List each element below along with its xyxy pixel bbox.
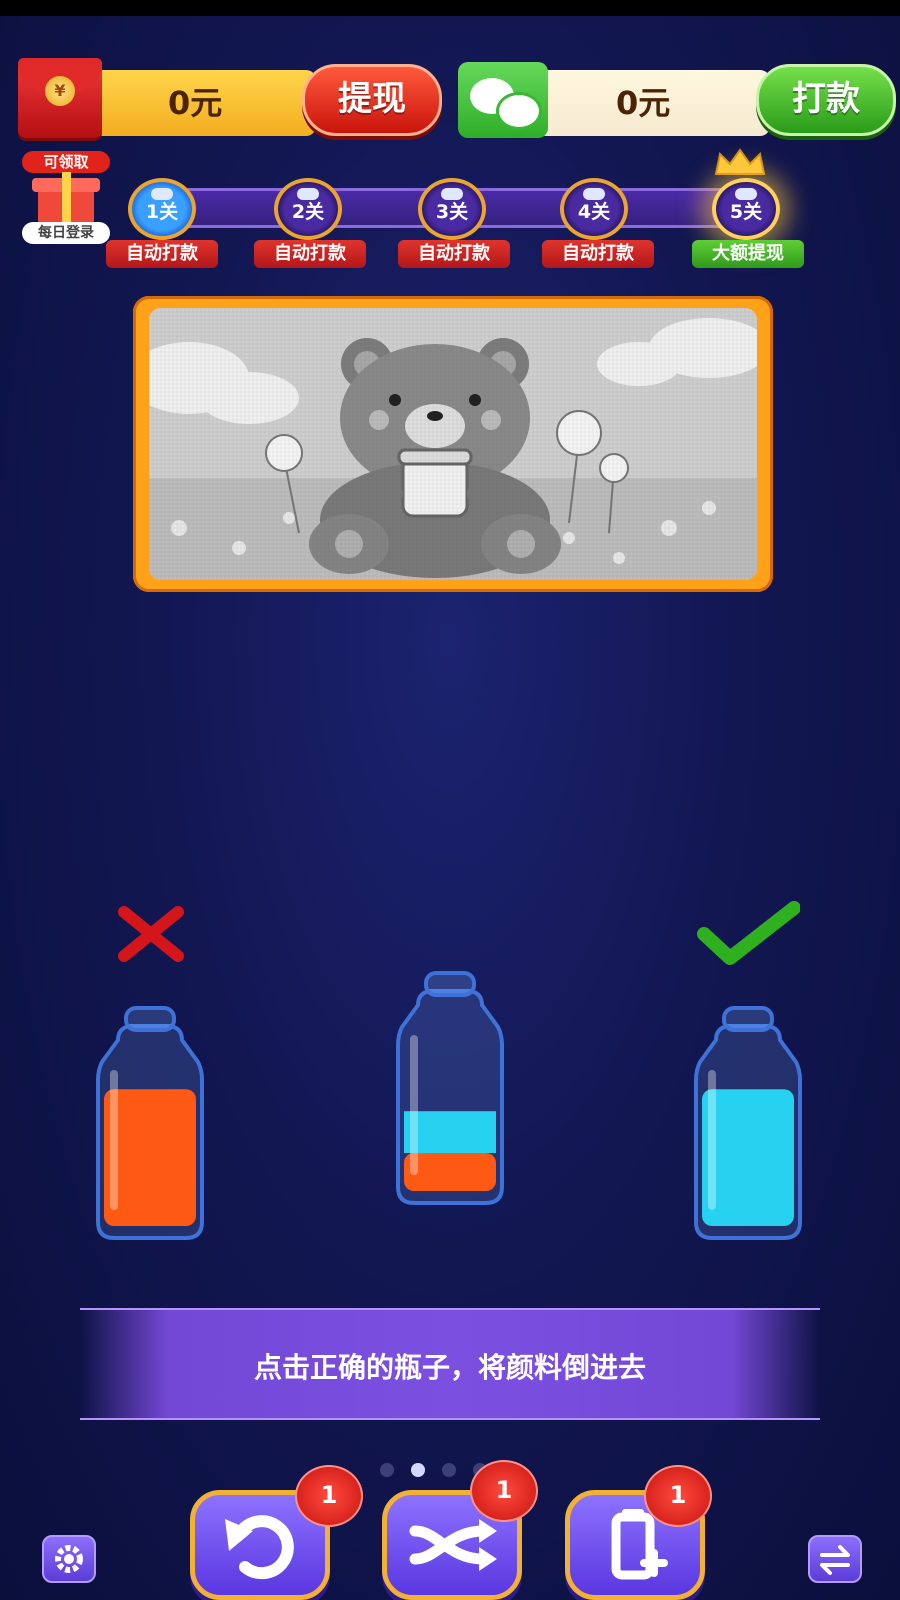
bottle-highlight xyxy=(110,1070,118,1210)
gear-icon xyxy=(55,1545,83,1573)
bottle-highlight xyxy=(708,1070,716,1210)
bottle-highlight xyxy=(410,1035,418,1175)
level-reward-1: 自动打款 xyxy=(106,240,218,268)
pager-dot xyxy=(380,1463,394,1477)
puzzle-picture xyxy=(149,308,757,580)
redpacket-amount: 0元 xyxy=(168,84,223,122)
wechat-icon xyxy=(458,62,548,138)
level-reward-3: 自动打款 xyxy=(398,240,510,268)
red-packet-icon: ¥ xyxy=(18,58,102,138)
level-reward-2: 自动打款 xyxy=(254,240,366,268)
level-node-2[interactable]: 2关 xyxy=(274,178,342,240)
level-node-1[interactable]: 1关 xyxy=(128,178,196,240)
withdraw-button[interactable]: 提现 xyxy=(302,64,442,136)
gift-claim-tag: 可领取 xyxy=(22,151,110,173)
instruction-text: 点击正确的瓶子，将颜料倒进去 xyxy=(253,1351,646,1384)
wrong-mark-icon xyxy=(118,906,184,962)
puzzle-picture-frame xyxy=(133,296,773,592)
pay-button[interactable]: 打款 xyxy=(756,64,896,136)
gift-box-icon xyxy=(32,172,100,224)
bottle-cap xyxy=(124,1006,176,1032)
swap-icon xyxy=(820,1545,850,1575)
level-reward-5: 大额提现 xyxy=(692,240,804,268)
wechat-amount: 0元 xyxy=(616,84,671,122)
add-bottle-count-badge: 1 xyxy=(644,1465,712,1527)
level-reward-4: 自动打款 xyxy=(542,240,654,268)
level-node-5[interactable]: 5关 xyxy=(712,178,780,240)
gift-label: 每日登录 xyxy=(22,222,110,244)
right-bottle[interactable] xyxy=(688,1000,808,1245)
undo-count-badge: 1 xyxy=(295,1465,363,1527)
level-node-3[interactable]: 3关 xyxy=(418,178,486,240)
bottle-cap xyxy=(424,971,476,997)
shuffle-count-badge: 1 xyxy=(470,1460,538,1522)
switch-button[interactable] xyxy=(808,1535,862,1583)
crown-icon xyxy=(714,148,766,175)
settings-button[interactable] xyxy=(42,1535,96,1583)
bottle-cap xyxy=(722,1006,774,1032)
instruction-banner: 点击正确的瓶子，将颜料倒进去 xyxy=(80,1308,820,1420)
pager-dot xyxy=(442,1463,456,1477)
pager-dot-active xyxy=(411,1463,425,1477)
status-bar xyxy=(0,0,900,16)
left-bottle[interactable] xyxy=(90,1000,210,1245)
correct-mark-icon xyxy=(697,901,800,965)
middle-bottle[interactable] xyxy=(390,965,510,1210)
level-node-4[interactable]: 4关 xyxy=(560,178,628,240)
